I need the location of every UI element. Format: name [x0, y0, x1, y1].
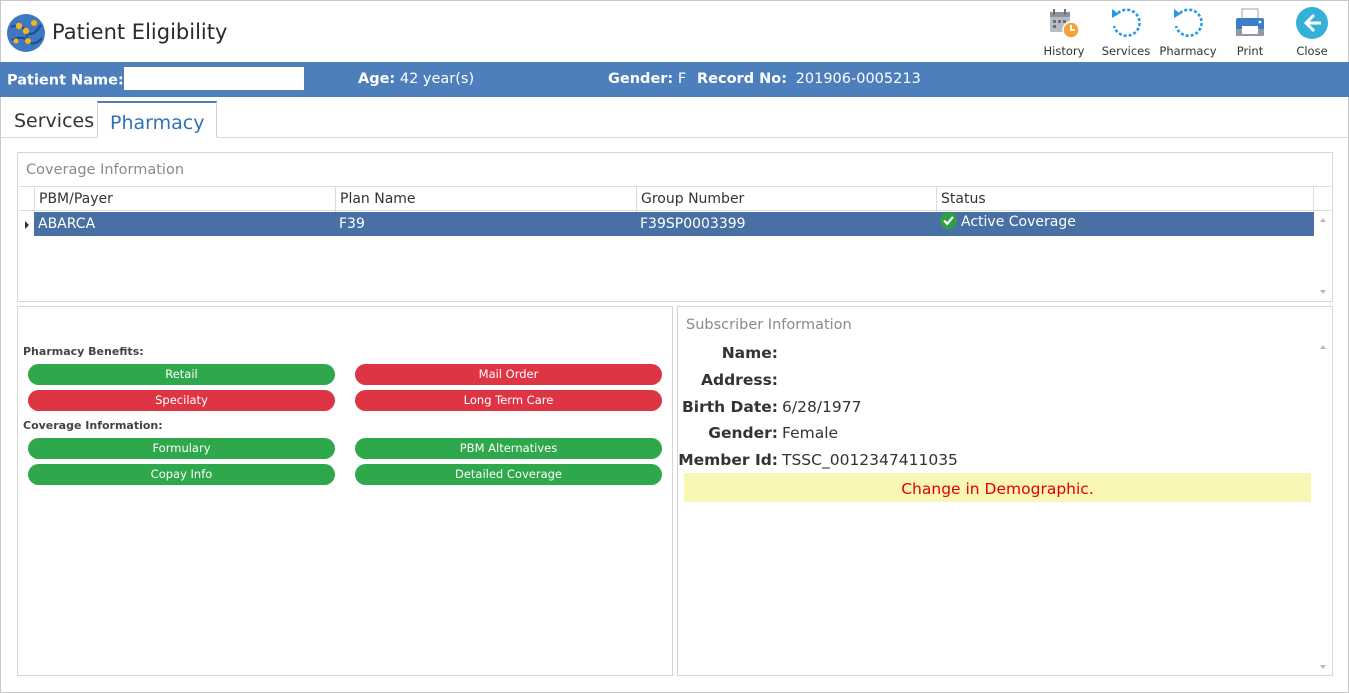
- check-circle-icon: [940, 212, 957, 229]
- tab-services[interactable]: Services: [2, 101, 106, 138]
- print-button[interactable]: Print: [1219, 4, 1281, 60]
- subscriber-scrollbar[interactable]: [1316, 341, 1331, 671]
- coverage-title: Coverage Information: [26, 162, 185, 178]
- scroll-down-icon[interactable]: [1320, 290, 1326, 294]
- retail-button[interactable]: Retail: [28, 364, 335, 385]
- status-text: Active Coverage: [961, 214, 1076, 230]
- detailed-coverage-button[interactable]: Detailed Coverage: [355, 464, 662, 485]
- scroll-up-icon[interactable]: [1320, 345, 1326, 349]
- app-logo-icon: [7, 14, 45, 52]
- subscriber-address-label: Address:: [701, 371, 778, 389]
- subscriber-member-id: Member Id: TSSC_0012347411035: [678, 451, 1318, 473]
- coverage-information-label: Coverage Information:: [23, 419, 163, 432]
- record-no-value: 201906-0005213: [795, 71, 921, 87]
- patient-gender-value: F: [677, 71, 687, 87]
- services-button[interactable]: Services: [1095, 4, 1157, 60]
- coverage-scrollbar[interactable]: [1316, 212, 1331, 300]
- tab-pharmacy[interactable]: Pharmacy: [97, 101, 218, 138]
- subscriber-title: Subscriber Information: [686, 317, 852, 333]
- toolbar: History Services Pharmacy Print Close: [1033, 4, 1343, 60]
- long-term-care-button[interactable]: Long Term Care: [355, 390, 662, 411]
- subscriber-name-label: Name:: [721, 344, 778, 362]
- history-button[interactable]: History: [1033, 4, 1095, 60]
- patient-age-value: 42 year(s): [399, 71, 475, 87]
- refresh-icon: [1174, 8, 1203, 38]
- column-header-status[interactable]: Status: [936, 187, 1314, 212]
- subscriber-name: Name:: [678, 344, 1318, 366]
- patient-name-label: Patient Name:: [7, 72, 124, 89]
- cell-payer: ABARCA: [38, 216, 96, 232]
- copay-info-button[interactable]: Copay Info: [28, 464, 335, 485]
- coverage-grid: PBM/Payer Plan Name Group Number Status …: [19, 186, 1331, 300]
- patient-name-value: [123, 67, 304, 90]
- pharmacy-benefits-label: Pharmacy Benefits:: [23, 345, 144, 358]
- mail-order-button[interactable]: Mail Order: [355, 364, 662, 385]
- pharmacy-button[interactable]: Pharmacy: [1157, 4, 1219, 60]
- cell-plan: F39: [339, 216, 365, 232]
- birth-date-value: 6/28/1977: [782, 398, 862, 416]
- column-header-payer[interactable]: PBM/Payer: [34, 187, 335, 212]
- subscriber-gender: Gender: Female: [678, 424, 1318, 446]
- record-no-label: Record No:: [697, 71, 788, 87]
- grid-header: PBM/Payer Plan Name Group Number Status: [19, 186, 1331, 212]
- formulary-button[interactable]: Formulary: [28, 438, 335, 459]
- patient-gender: Gender: F: [608, 71, 686, 87]
- print-label: Print: [1236, 44, 1264, 58]
- table-row[interactable]: ABARCA F39 F39SP0003399 Active Coverage: [34, 212, 1314, 236]
- pharmacy-label: Pharmacy: [1159, 44, 1217, 58]
- services-label: Services: [1101, 44, 1151, 58]
- close-label: Close: [1296, 44, 1328, 58]
- benefits-panel: Pharmacy Benefits: Retail Mail Order Spe…: [17, 306, 673, 676]
- demographic-alert: Change in Demographic.: [684, 473, 1311, 502]
- specialty-button[interactable]: Specilaty: [28, 390, 335, 411]
- scroll-down-icon[interactable]: [1320, 665, 1326, 669]
- subscriber-panel: Subscriber Information Name: Address: Bi…: [677, 306, 1333, 676]
- printer-icon: [1236, 8, 1264, 36]
- cell-status: Active Coverage: [936, 210, 1076, 234]
- tab-strip: Services Pharmacy: [0, 101, 1349, 138]
- subscriber-gender-label: Gender:: [708, 424, 778, 442]
- history-label: History: [1043, 44, 1085, 58]
- pbm-alternatives-button[interactable]: PBM Alternatives: [355, 438, 662, 459]
- row-indicator-icon: [25, 221, 29, 229]
- scroll-up-icon[interactable]: [1320, 218, 1326, 222]
- patient-record: Record No: 201906-0005213: [697, 71, 921, 87]
- birth-date-label: Birth Date:: [681, 398, 778, 416]
- subscriber-address: Address:: [678, 371, 1318, 393]
- member-id-value: TSSC_0012347411035: [782, 451, 958, 469]
- patient-gender-label: Gender:: [608, 71, 674, 87]
- refresh-icon: [1112, 8, 1141, 38]
- patient-name: Patient Name:: [7, 67, 304, 90]
- patient-age-label: Age:: [358, 71, 396, 87]
- calendar-clock-icon: [1050, 9, 1080, 39]
- back-arrow-icon: [1296, 7, 1328, 39]
- app-title: Patient Eligibility: [52, 20, 228, 44]
- column-header-plan[interactable]: Plan Name: [335, 187, 636, 212]
- cell-group: F39SP0003399: [640, 216, 746, 232]
- member-id-label: Member Id:: [678, 451, 778, 469]
- patient-age: Age: 42 year(s): [358, 71, 474, 87]
- close-button[interactable]: Close: [1281, 4, 1343, 60]
- subscriber-gender-value: Female: [782, 424, 839, 442]
- app-header: Patient Eligibility History Services Pha…: [0, 0, 1349, 62]
- patient-info-bar: Patient Name: Age: 42 year(s) Gender: F …: [0, 62, 1349, 97]
- column-header-group[interactable]: Group Number: [636, 187, 936, 212]
- subscriber-birth-date: Birth Date: 6/28/1977: [678, 398, 1318, 420]
- coverage-panel: Coverage Information PBM/Payer Plan Name…: [17, 152, 1333, 302]
